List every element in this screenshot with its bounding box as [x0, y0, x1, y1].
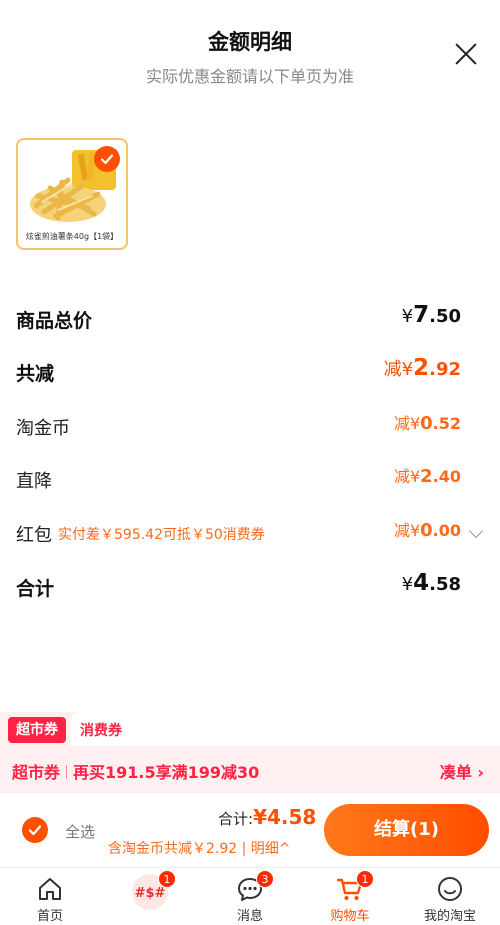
- tab-profile[interactable]: 我的淘宝: [400, 868, 500, 925]
- select-all-check-icon[interactable]: [22, 817, 48, 843]
- select-all-label[interactable]: 全选: [65, 821, 95, 842]
- redpacket-row[interactable]: 红包 实付差￥595.42可抵￥50消费券 减¥0.00: [16, 517, 484, 551]
- detail-toggle[interactable]: 含淘金币共减￥2.92 | 明细^: [108, 838, 291, 858]
- checkout-bar: 全选 合计:¥4.58 含淘金币共减￥2.92 | 明细^ 结算(1): [0, 792, 500, 867]
- total-amount: ¥4.58: [401, 570, 461, 596]
- add-items-link[interactable]: 凑单 ›: [440, 759, 484, 783]
- messages-badge: 3: [256, 870, 274, 888]
- total-row: 合计 ¥4.58: [16, 570, 461, 604]
- tab-messages[interactable]: 3 消息: [200, 868, 300, 925]
- smiley-icon: [438, 877, 462, 901]
- direct-discount-label: 直降: [16, 471, 52, 492]
- discount-total-amount: 减¥2.92: [383, 355, 461, 381]
- amount-detail-sheet: 金额明细 实际优惠金额请以下单页为准 炫雀煎油薯条40g【1袋】 商品总价 ¥7…: [0, 0, 500, 925]
- product-thumbnail[interactable]: 炫雀煎油薯条40g【1袋】: [16, 138, 128, 250]
- campaign-badge: 1: [158, 870, 176, 888]
- subtotal-row: 商品总价 ¥7.50: [16, 302, 461, 336]
- promo-tag: 超市券: [12, 763, 61, 782]
- redpacket-hint: 实付差￥595.42可抵￥50消费券: [58, 527, 265, 543]
- tab-consumer-coupon[interactable]: 消费券: [70, 712, 132, 746]
- product-check-icon[interactable]: [94, 146, 120, 172]
- subtotal-label: 商品总价: [16, 310, 93, 332]
- direct-discount-row: 直降 减¥2.40: [16, 463, 461, 497]
- promo-bar[interactable]: 超市券 再买191.5享满199减30 凑单 ›: [0, 746, 500, 792]
- tab-home[interactable]: 首页: [0, 868, 100, 925]
- checkout-button[interactable]: 结算(1): [324, 804, 489, 856]
- footer-total-value: ¥4.58: [253, 805, 317, 829]
- close-icon[interactable]: [452, 40, 480, 68]
- coins-amount: 减¥0.52: [393, 413, 461, 434]
- sheet-subtitle: 实际优惠金额请以下单页为准: [145, 67, 354, 86]
- home-icon: [39, 878, 61, 900]
- tab-cart-label: 购物车: [330, 909, 370, 924]
- tab-messages-label: 消息: [236, 909, 263, 924]
- sheet-title: 金额明细: [208, 30, 292, 54]
- product-label: 炫雀煎油薯条40g【1袋】: [25, 232, 119, 241]
- redpacket-amount: 减¥0.00: [393, 520, 461, 541]
- svg-text:#$#: #$#: [135, 886, 166, 901]
- tab-profile-label: 我的淘宝: [423, 909, 476, 924]
- coupon-tabs: 超市券 消费券: [0, 712, 132, 746]
- discount-total-row: 共减 减¥2.92: [16, 355, 461, 389]
- promo-text: 超市券 再买191.5享满199减30: [12, 759, 259, 783]
- tab-supermarket-coupon[interactable]: 超市券: [8, 717, 66, 743]
- tab-home-label: 首页: [36, 909, 63, 924]
- coupon-tab-strip: 超市券 消费券: [0, 712, 132, 746]
- footer-total-label: 合计:: [218, 810, 254, 828]
- tab-campaign[interactable]: #$# 1: [100, 868, 200, 925]
- cart-badge: 1: [356, 870, 374, 888]
- direct-discount-amount: 减¥2.40: [393, 466, 461, 487]
- promo-message: 再买191.5享满199减30: [73, 763, 260, 782]
- total-label: 合计: [16, 578, 55, 600]
- promo-divider: [66, 765, 68, 779]
- footer-total: 合计:¥4.58: [218, 805, 316, 829]
- subtotal-amount: ¥7.50: [401, 302, 461, 328]
- bottom-tabbar: 首页 #$# 1 3 消息 1 购物车 我的淘宝: [0, 867, 500, 925]
- coins-label: 淘金币: [16, 418, 70, 439]
- chevron-down-icon[interactable]: [468, 523, 484, 539]
- discount-total-label: 共减: [16, 363, 55, 385]
- coins-row: 淘金币 减¥0.52: [16, 410, 461, 444]
- tab-cart[interactable]: 1 购物车: [300, 868, 400, 925]
- redpacket-label: 红包: [16, 525, 52, 546]
